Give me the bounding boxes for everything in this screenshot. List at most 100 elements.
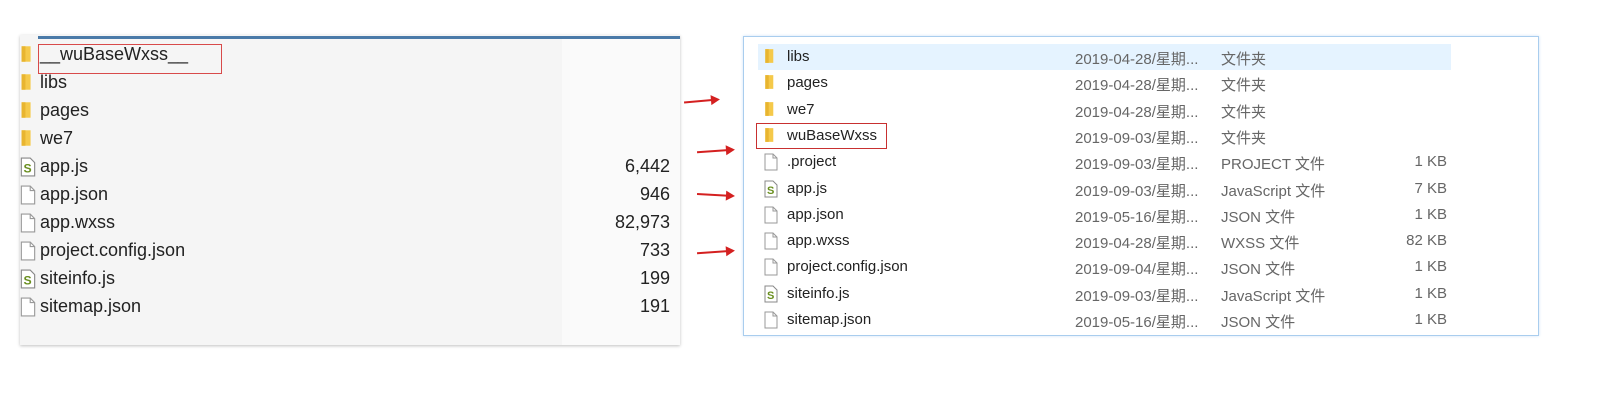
file-name: app.wxss — [787, 232, 850, 250]
file-icon — [20, 213, 36, 238]
file-size: 191 — [639, 296, 670, 316]
svg-text:S: S — [24, 162, 32, 176]
folder-icon — [20, 129, 36, 152]
file-size: 1 KB — [1414, 205, 1447, 223]
right-file-explorer: libs 2019-04-28/星期... 文件夹 pages 2019-04-… — [743, 36, 1539, 336]
table-row[interactable]: S app.js 2019-09-03/星期... JavaScript 文件 … — [758, 176, 1451, 202]
folder-icon — [764, 101, 778, 121]
file-name: app.js — [787, 179, 828, 197]
file-size: 946 — [639, 184, 670, 204]
file-type: WXSS 文件 — [1221, 235, 1300, 253]
file-type: JavaScript 文件 — [1221, 287, 1326, 305]
file-icon — [20, 185, 36, 210]
svg-text:S: S — [24, 274, 32, 288]
arrow-icon — [683, 98, 719, 104]
file-icon — [764, 311, 778, 333]
file-type: 文件夹 — [1221, 129, 1267, 147]
left-file-list: __wuBaseWxss__ libs pages we7 S app.js 6… — [20, 35, 680, 345]
file-name: app.json — [787, 205, 844, 223]
script-file-icon: S — [20, 269, 36, 294]
modified-date: 2019-04-28/星期... — [1075, 77, 1199, 95]
folder-icon — [20, 73, 36, 96]
file-name: sitemap.json — [787, 311, 872, 328]
file-name: .project — [787, 153, 837, 171]
script-file-icon: S — [764, 285, 778, 307]
file-type: JavaScript 文件 — [1221, 182, 1326, 200]
file-icon — [20, 297, 36, 322]
table-row[interactable]: app.wxss 2019-04-28/星期... WXSS 文件 82 KB — [758, 228, 1451, 254]
highlight-box — [38, 44, 222, 74]
file-size: 82 KB — [1406, 232, 1447, 250]
modified-date: 2019-04-28/星期... — [1075, 51, 1199, 68]
file-name: siteinfo.js — [40, 268, 116, 288]
arrow-icon — [696, 193, 734, 197]
file-size: 1 KB — [1414, 153, 1447, 171]
file-type: 文件夹 — [1221, 103, 1267, 121]
modified-date: 2019-09-03/星期... — [1075, 156, 1199, 174]
file-name: libs — [40, 72, 68, 92]
list-item[interactable]: project.config.json 733 — [20, 237, 680, 265]
file-name: app.wxss — [40, 212, 116, 232]
file-size: 7 KB — [1414, 179, 1447, 197]
file-name: pages — [40, 100, 90, 120]
script-file-icon: S — [20, 157, 36, 182]
folder-icon — [20, 101, 36, 124]
arrow-icon — [696, 249, 734, 255]
file-size: 82,973 — [614, 212, 670, 232]
table-row[interactable]: S siteinfo.js 2019-09-03/星期... JavaScrip… — [758, 281, 1451, 307]
file-icon — [764, 232, 778, 254]
file-type: JSON 文件 — [1221, 208, 1296, 226]
file-type: JSON 文件 — [1221, 314, 1296, 331]
file-type: JSON 文件 — [1221, 261, 1296, 279]
file-size: 733 — [639, 240, 670, 260]
list-item[interactable]: S app.js 6,442 — [20, 153, 680, 181]
folder-icon — [20, 45, 36, 68]
modified-date: 2019-09-04/星期... — [1075, 261, 1199, 279]
file-name: we7 — [787, 100, 815, 118]
file-icon — [764, 206, 778, 228]
file-type: 文件夹 — [1221, 51, 1267, 68]
file-icon — [764, 153, 778, 175]
file-icon — [20, 241, 36, 266]
file-size: 199 — [639, 268, 670, 288]
table-row[interactable]: libs 2019-04-28/星期... 文件夹 — [758, 44, 1451, 70]
file-name: project.config.json — [40, 240, 186, 260]
file-name: app.js — [40, 156, 89, 176]
highlight-box — [756, 123, 887, 149]
file-type: 文件夹 — [1221, 77, 1267, 95]
list-item[interactable]: S siteinfo.js 199 — [20, 265, 680, 293]
file-name: siteinfo.js — [787, 284, 850, 302]
table-row[interactable]: we7 2019-04-28/星期... 文件夹 — [758, 97, 1451, 123]
file-icon — [764, 258, 778, 280]
table-row[interactable]: project.config.json 2019-09-04/星期... JSO… — [758, 254, 1451, 280]
list-item[interactable]: we7 — [20, 125, 680, 153]
arrow-icon — [696, 148, 734, 154]
modified-date: 2019-04-28/星期... — [1075, 103, 1199, 121]
file-size: 6,442 — [624, 156, 670, 176]
file-name: project.config.json — [787, 258, 908, 276]
folder-icon — [764, 74, 778, 94]
file-name: we7 — [40, 128, 74, 148]
svg-text:S: S — [767, 185, 774, 197]
modified-date: 2019-04-28/星期... — [1075, 235, 1199, 253]
file-size: 1 KB — [1414, 258, 1447, 276]
list-item[interactable]: pages — [20, 97, 680, 125]
file-size: 1 KB — [1414, 311, 1447, 328]
list-item[interactable]: app.json 946 — [20, 181, 680, 209]
modified-date: 2019-09-03/星期... — [1075, 129, 1199, 147]
file-name: libs — [787, 48, 810, 65]
list-item[interactable]: app.wxss 82,973 — [20, 209, 680, 237]
modified-date: 2019-09-03/星期... — [1075, 287, 1199, 305]
table-row[interactable]: app.json 2019-05-16/星期... JSON 文件 1 KB — [758, 202, 1451, 228]
table-row[interactable]: pages 2019-04-28/星期... 文件夹 — [758, 70, 1451, 96]
table-row[interactable]: .project 2019-09-03/星期... PROJECT 文件 1 K… — [758, 149, 1451, 175]
table-row[interactable]: sitemap.json 2019-05-16/星期... JSON 文件 1 … — [758, 307, 1451, 333]
modified-date: 2019-05-16/星期... — [1075, 208, 1199, 226]
file-size: 1 KB — [1414, 284, 1447, 302]
file-name: app.json — [40, 184, 109, 204]
script-file-icon: S — [764, 180, 778, 202]
list-item[interactable]: sitemap.json 191 — [20, 293, 680, 321]
file-name: sitemap.json — [40, 296, 142, 316]
modified-date: 2019-05-16/星期... — [1075, 314, 1199, 331]
modified-date: 2019-09-03/星期... — [1075, 182, 1199, 200]
